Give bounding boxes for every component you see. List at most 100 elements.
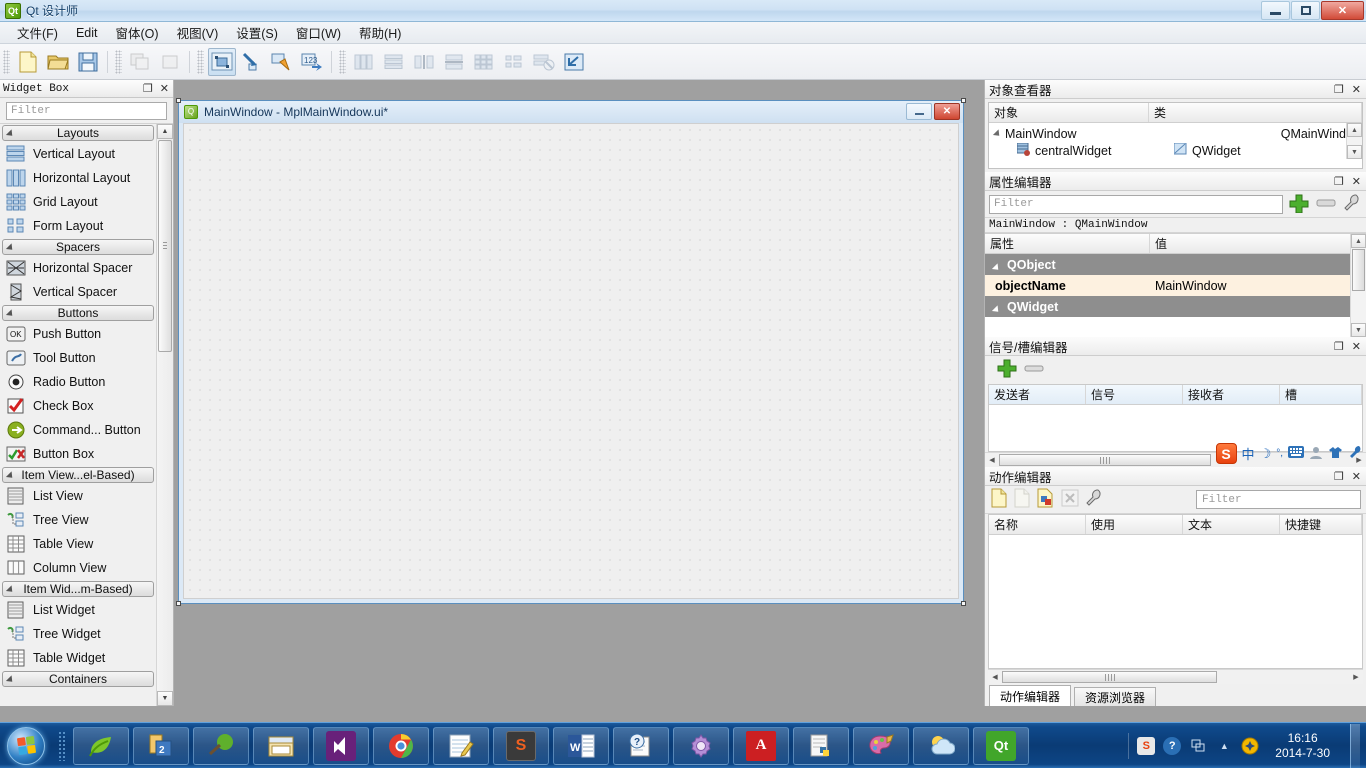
property-filter-input[interactable]: Filter: [989, 194, 1283, 214]
form-minimize-button[interactable]: [906, 103, 932, 120]
scroll-up-arrow-icon[interactable]: ▲: [1351, 234, 1366, 248]
widget-item-list-view[interactable]: List View: [0, 484, 157, 508]
object-inspector-scrollbar[interactable]: ▲ ▼: [1346, 123, 1362, 159]
column-signal[interactable]: 信号: [1086, 385, 1183, 404]
resize-handle-nw[interactable]: [176, 98, 181, 103]
taskbar-item-app3[interactable]: [193, 726, 249, 765]
column-property[interactable]: 属性: [985, 234, 1150, 253]
column-text[interactable]: 文本: [1183, 515, 1280, 534]
taskbar-grip[interactable]: [58, 730, 67, 761]
widget-item-command-link-button[interactable]: Command... Button: [0, 418, 157, 442]
tray-sogou-icon[interactable]: S: [1137, 736, 1156, 755]
sogou-ime-toolbar[interactable]: S 中 ☽ °,: [1215, 443, 1363, 464]
minimize-button[interactable]: [1261, 1, 1290, 20]
layout-form-icon[interactable]: [500, 48, 528, 76]
tab-resource-browser[interactable]: 资源浏览器: [1074, 687, 1157, 706]
delete-action-icon[interactable]: [1061, 489, 1079, 510]
layout-grid-icon[interactable]: [470, 48, 498, 76]
add-icon[interactable]: [997, 359, 1017, 381]
menu-edit[interactable]: Edit: [67, 24, 107, 42]
column-sender[interactable]: 发送者: [989, 385, 1086, 404]
scrollbar-thumb[interactable]: [1002, 671, 1218, 683]
widget-item-vertical-spacer[interactable]: Vertical Spacer: [0, 280, 157, 304]
new-action-icon[interactable]: [990, 488, 1008, 511]
taskbar-item-acrobat[interactable]: A: [733, 726, 789, 765]
save-disk-icon[interactable]: [74, 48, 102, 76]
wrench-icon[interactable]: [1084, 488, 1104, 511]
widget-category-layouts[interactable]: Layouts: [2, 125, 154, 141]
punctuation-icon[interactable]: °,: [1276, 448, 1283, 459]
property-editor-scrollbar[interactable]: ▲ ▼: [1350, 234, 1366, 337]
toolbar-grip-2[interactable]: [115, 49, 122, 74]
taskbar-item-paint[interactable]: [853, 726, 909, 765]
widget-box-float-icon[interactable]: ❐: [143, 82, 153, 95]
widget-category-item-widgets[interactable]: Item Wid...m-Based): [2, 581, 154, 597]
chinese-mode-icon[interactable]: 中: [1242, 444, 1255, 463]
menu-help[interactable]: 帮助(H): [350, 21, 410, 44]
taskbar-item-weather[interactable]: [913, 726, 969, 765]
expand-triangle-icon[interactable]: [992, 128, 1003, 139]
menu-form[interactable]: 窗体(O): [107, 21, 168, 44]
redo-icon[interactable]: [156, 48, 184, 76]
taskbar-item-app2[interactable]: 2: [133, 726, 189, 765]
form-canvas[interactable]: [183, 123, 959, 599]
object-inspector-close-icon[interactable]: ✕: [1352, 83, 1361, 96]
menu-file[interactable]: 文件(F): [8, 21, 67, 44]
close-button[interactable]: ✕: [1321, 1, 1364, 20]
taskbar-item-chrome[interactable]: [373, 726, 429, 765]
show-desktop-button[interactable]: [1350, 723, 1360, 768]
widget-item-check-box[interactable]: Check Box: [0, 394, 157, 418]
adjust-size-icon[interactable]: [560, 48, 588, 76]
widget-item-list-widget[interactable]: List Widget: [0, 598, 157, 622]
object-inspector-float-icon[interactable]: ❐: [1334, 83, 1344, 96]
toolbox-icon[interactable]: [1348, 445, 1363, 462]
signal-slot-close-icon[interactable]: ✕: [1352, 340, 1361, 353]
add-icon[interactable]: [1288, 193, 1310, 216]
widget-item-horizontal-spacer[interactable]: Horizontal Spacer: [0, 256, 157, 280]
taskbar-clock[interactable]: 16:16 2014-7-30: [1267, 731, 1338, 761]
action-editor-close-icon[interactable]: ✕: [1352, 470, 1361, 483]
copy-action-icon[interactable]: [1036, 488, 1056, 511]
taskbar-item-app1[interactable]: [73, 726, 129, 765]
action-editor-float-icon[interactable]: ❐: [1334, 470, 1344, 483]
form-close-button[interactable]: ✕: [934, 103, 960, 120]
signal-slot-float-icon[interactable]: ❐: [1334, 340, 1344, 353]
taskbar-item-settings[interactable]: [673, 726, 729, 765]
widget-item-table-view[interactable]: Table View: [0, 532, 157, 556]
widget-category-item-views[interactable]: Item View...el-Based): [2, 467, 154, 483]
taskbar-item-help[interactable]: ?: [613, 726, 669, 765]
column-receiver[interactable]: 接收者: [1183, 385, 1280, 404]
action-editor-hscrollbar[interactable]: ◀ ▶: [988, 669, 1363, 684]
taskbar-item-explorer[interactable]: [253, 726, 309, 765]
table-row[interactable]: centralWidget QWidget: [989, 142, 1362, 159]
column-value[interactable]: 值: [1150, 234, 1366, 253]
layout-vertical-icon[interactable]: [380, 48, 408, 76]
remove-icon[interactable]: [1315, 197, 1337, 212]
scrollbar-thumb[interactable]: [1352, 249, 1365, 291]
moon-icon[interactable]: ☽: [1260, 446, 1272, 462]
menu-window[interactable]: 窗口(W): [287, 21, 350, 44]
column-used[interactable]: 使用: [1086, 515, 1183, 534]
widget-box-scrollbar[interactable]: ▲ ▼: [156, 124, 173, 706]
column-name[interactable]: 名称: [989, 515, 1086, 534]
column-shortcut[interactable]: 快捷键: [1280, 515, 1362, 534]
action-filter-input[interactable]: Filter: [1196, 490, 1361, 509]
edit-widgets-icon[interactable]: [208, 47, 236, 76]
table-row[interactable]: MainWindow QMainWindow: [989, 125, 1362, 142]
widget-item-tool-button[interactable]: Tool Button: [0, 346, 157, 370]
widget-category-buttons[interactable]: Buttons: [2, 305, 154, 321]
tab-action-editor[interactable]: 动作编辑器: [989, 685, 1072, 706]
property-value[interactable]: MainWindow: [1150, 279, 1227, 293]
open-folder-icon[interactable]: [44, 48, 72, 76]
scroll-left-arrow-icon[interactable]: ◀: [988, 670, 1002, 684]
resize-handle-sw[interactable]: [176, 601, 181, 606]
widget-item-tree-view[interactable]: Tree View: [0, 508, 157, 532]
buddies-icon[interactable]: [268, 48, 296, 76]
resize-handle-ne[interactable]: [961, 98, 966, 103]
soft-keyboard-icon[interactable]: [1288, 446, 1304, 461]
widget-item-column-view[interactable]: Column View: [0, 556, 157, 580]
scroll-down-arrow-icon[interactable]: ▼: [1347, 145, 1362, 159]
widget-item-table-widget[interactable]: Table Widget: [0, 646, 157, 670]
tab-order-icon[interactable]: 123: [298, 48, 326, 76]
scrollbar-thumb[interactable]: [999, 454, 1211, 466]
